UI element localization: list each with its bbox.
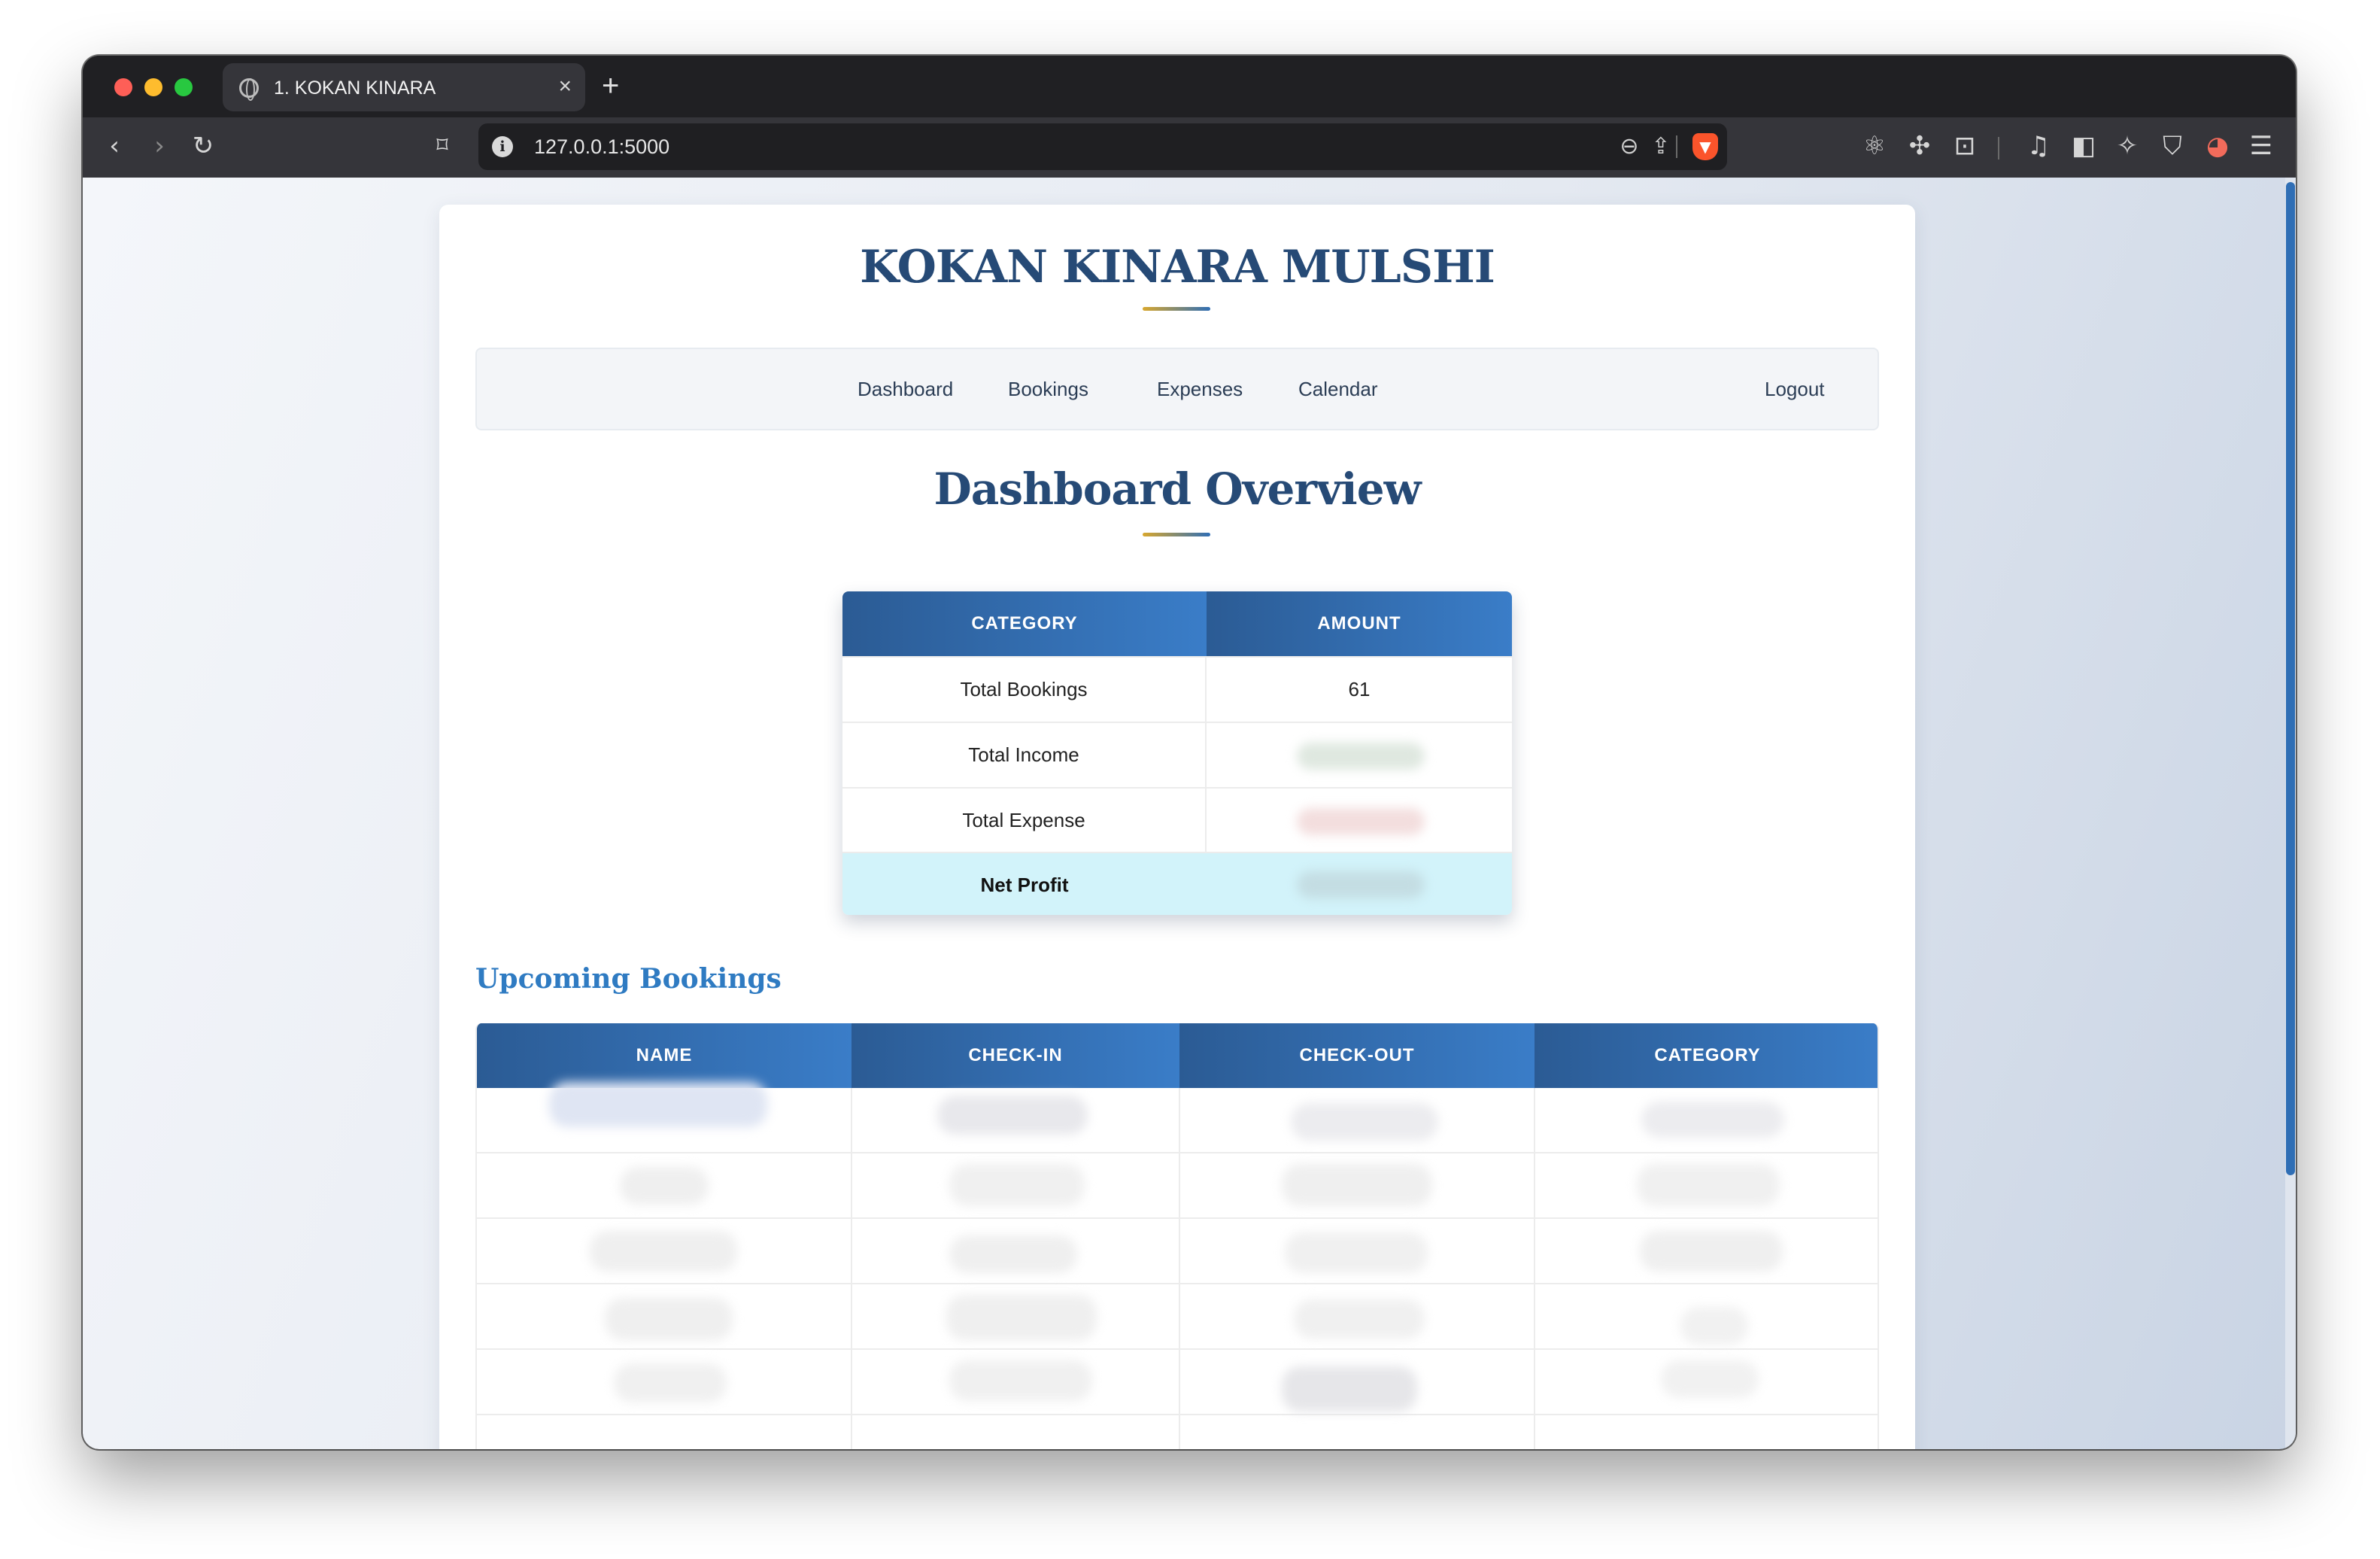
redacted-cell bbox=[949, 1360, 1092, 1401]
tab-bar: 1. KOKAN KINARA × + bbox=[83, 56, 2296, 117]
main-card: KOKAN KINARA MULSHI Dashboard Bookings E… bbox=[439, 205, 1915, 1449]
new-tab-button[interactable]: + bbox=[602, 69, 619, 102]
bookmark-icon[interactable]: ⌑ bbox=[424, 128, 460, 164]
nav-expenses[interactable]: Expenses bbox=[1157, 378, 1243, 401]
summary-amount-redacted bbox=[1207, 789, 1512, 852]
redacted-cell bbox=[1285, 1232, 1428, 1273]
scrollbar[interactable] bbox=[2285, 178, 2296, 1449]
summary-category: Total Expense bbox=[842, 789, 1207, 852]
summary-amount-redacted bbox=[1207, 723, 1512, 787]
site-info-icon[interactable]: i bbox=[492, 136, 513, 157]
redacted-cell bbox=[614, 1363, 727, 1402]
reload-icon[interactable]: ↻ bbox=[185, 128, 221, 164]
browser-tab-active[interactable]: 1. KOKAN KINARA × bbox=[223, 63, 585, 111]
redacted-cell bbox=[949, 1235, 1077, 1273]
share-icon[interactable]: ⇪ bbox=[1644, 130, 1677, 163]
nav-dashboard[interactable]: Dashboard bbox=[858, 378, 953, 401]
redacted-value bbox=[1297, 808, 1425, 835]
table-row[interactable] bbox=[477, 1284, 1878, 1350]
redacted-cell bbox=[1661, 1360, 1759, 1398]
summary-category: Total Bookings bbox=[842, 658, 1207, 722]
redacted-cell bbox=[1640, 1231, 1783, 1272]
address-url[interactable]: 127.0.0.1:5000 bbox=[534, 135, 669, 159]
redacted-cell bbox=[1282, 1164, 1432, 1206]
minimize-window-button[interactable] bbox=[144, 78, 162, 96]
address-bar[interactable]: i 127.0.0.1:5000 ⊖ ⇪ ▼ bbox=[478, 123, 1727, 170]
nav-bookings[interactable]: Bookings bbox=[1008, 378, 1088, 401]
summary-amount: 61 bbox=[1348, 678, 1371, 700]
bookings-header-checkout: CHECK-OUT bbox=[1179, 1023, 1535, 1088]
redacted-cell bbox=[549, 1082, 767, 1127]
browser-window: 1. KOKAN KINARA × + ‹ › ↻ ⌑ i 127.0.0.1:… bbox=[83, 56, 2296, 1449]
redacted-value bbox=[1297, 743, 1425, 770]
redacted-cell bbox=[1294, 1299, 1425, 1339]
summary-header-category: CATEGORY bbox=[842, 591, 1207, 656]
summary-row: Total Bookings 61 bbox=[842, 656, 1512, 722]
bookings-header-checkin: CHECK-IN bbox=[852, 1023, 1179, 1088]
brave-shields-icon[interactable]: ▼ bbox=[1692, 133, 1718, 160]
table-row[interactable] bbox=[477, 1082, 1878, 1153]
media-icon[interactable]: ♫ bbox=[2020, 128, 2057, 164]
scrollbar-thumb[interactable] bbox=[2286, 182, 2295, 1175]
tab-close-icon[interactable]: × bbox=[558, 74, 572, 99]
upcoming-bookings-title: Upcoming Bookings bbox=[475, 963, 782, 995]
maximize-window-button[interactable] bbox=[175, 78, 193, 96]
sidebar-icon[interactable]: ◧ bbox=[2066, 128, 2102, 164]
redacted-cell bbox=[1282, 1366, 1417, 1412]
toolbar-separator bbox=[1998, 137, 1999, 160]
menu-icon[interactable]: ☰ bbox=[2243, 128, 2279, 164]
redacted-cell bbox=[605, 1298, 733, 1340]
reader-mode-icon[interactable]: ⊡ bbox=[1947, 128, 1983, 164]
summary-category: Total Income bbox=[842, 723, 1207, 787]
dashboard-title: Dashboard Overview bbox=[933, 463, 1421, 515]
browser-toolbar: ‹ › ↻ ⌑ i 127.0.0.1:5000 ⊖ ⇪ ▼ ⚛ ✣ ⊡ ♫ ◧… bbox=[83, 117, 2296, 178]
summary-row: Total Income bbox=[842, 722, 1512, 787]
nav-logout[interactable]: Logout bbox=[1765, 378, 1825, 401]
section-underline bbox=[1143, 533, 1210, 536]
address-separator bbox=[1676, 135, 1677, 158]
redacted-cell bbox=[620, 1167, 709, 1205]
redacted-cell bbox=[946, 1295, 1097, 1340]
redacted-cell bbox=[1291, 1103, 1438, 1141]
nav-calendar[interactable]: Calendar bbox=[1298, 378, 1378, 401]
title-underline bbox=[1143, 307, 1210, 311]
profile-icon[interactable]: ◕ bbox=[2199, 128, 2236, 164]
summary-category: Net Profit bbox=[980, 874, 1069, 896]
bookings-header-name: NAME bbox=[477, 1023, 852, 1088]
bookings-table: NAME CHECK-IN CHECK-OUT CATEGORY bbox=[475, 1023, 1879, 1449]
summary-header-amount: AMOUNT bbox=[1207, 591, 1512, 656]
site-title: KOKAN KINARA MULSHI bbox=[860, 241, 1495, 293]
tab-title: 1. KOKAN KINARA bbox=[274, 77, 436, 99]
react-devtools-icon[interactable]: ⚛ bbox=[1856, 128, 1893, 164]
summary-amount-redacted bbox=[1207, 853, 1512, 915]
back-icon[interactable]: ‹ bbox=[96, 128, 132, 164]
leo-ai-icon[interactable]: ✧ bbox=[2109, 128, 2145, 164]
table-row[interactable] bbox=[477, 1350, 1878, 1415]
redacted-cell bbox=[1637, 1164, 1780, 1206]
extensions-icon[interactable]: ✣ bbox=[1902, 128, 1938, 164]
redacted-cell bbox=[590, 1231, 737, 1272]
table-row[interactable] bbox=[477, 1153, 1878, 1219]
vpn-shield-icon[interactable]: ⛉ bbox=[2154, 128, 2190, 164]
zoom-out-icon[interactable]: ⊖ bbox=[1613, 130, 1646, 163]
redacted-cell bbox=[949, 1164, 1085, 1206]
table-row[interactable] bbox=[477, 1219, 1878, 1284]
redacted-cell bbox=[1680, 1307, 1748, 1345]
summary-row-net-profit: Net Profit bbox=[842, 852, 1512, 915]
main-nav: Dashboard Bookings Expenses Calendar Log… bbox=[475, 348, 1879, 430]
forward-icon[interactable]: › bbox=[141, 128, 178, 164]
close-window-button[interactable] bbox=[114, 78, 132, 96]
redacted-cell bbox=[1641, 1102, 1784, 1138]
bookings-header-category: CATEGORY bbox=[1535, 1023, 1878, 1088]
redacted-cell bbox=[937, 1096, 1088, 1135]
globe-icon bbox=[239, 78, 259, 101]
page-viewport: KOKAN KINARA MULSHI Dashboard Bookings E… bbox=[83, 178, 2296, 1449]
summary-row: Total Expense bbox=[842, 787, 1512, 852]
redacted-value bbox=[1297, 871, 1425, 898]
summary-table: CATEGORY AMOUNT Total Bookings 61 Total … bbox=[842, 591, 1512, 915]
